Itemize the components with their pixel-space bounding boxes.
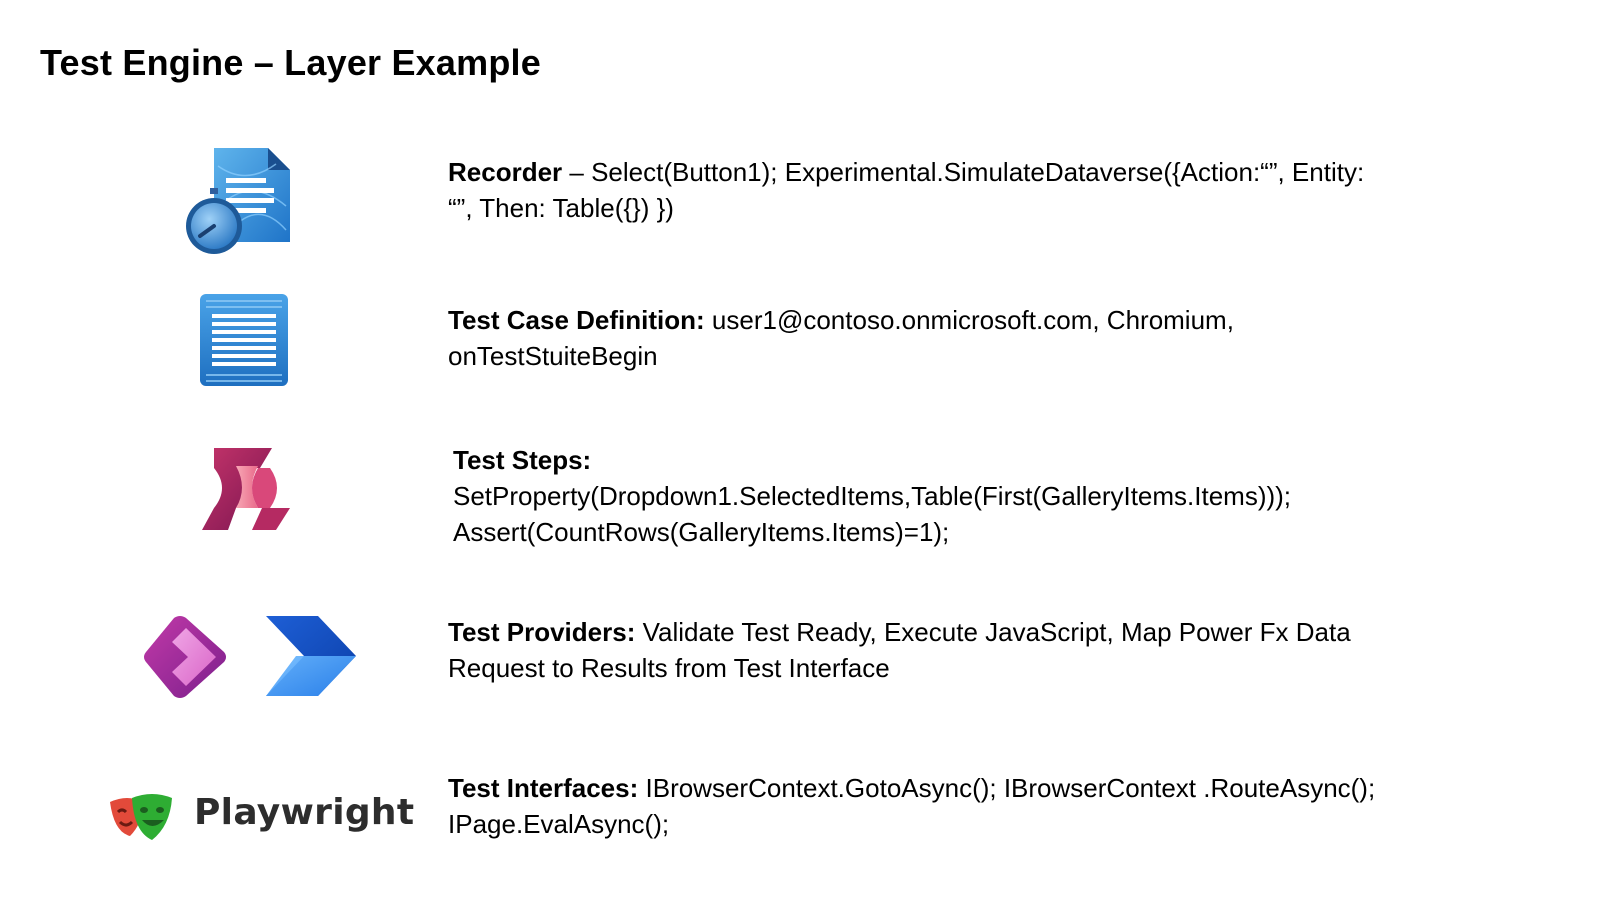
layer-test-providers: Test Providers: Validate Test Ready, Exe… bbox=[0, 612, 1600, 712]
layer-line: SetProperty(Dropdown1.SelectedItems,Tabl… bbox=[453, 481, 1292, 511]
playwright-brand-label: Playwright bbox=[194, 792, 415, 833]
power-apps-icon bbox=[142, 614, 228, 705]
document-icon bbox=[198, 292, 290, 393]
layer-label: Test Interfaces: bbox=[448, 773, 639, 803]
layer-label: Test Providers: bbox=[448, 617, 636, 647]
layer-line: Validate Test Ready, Execute JavaScript,… bbox=[642, 617, 1351, 647]
layer-line: IPage.EvalAsync(); bbox=[448, 809, 670, 839]
layer-test-interfaces-text: Test Interfaces: IBrowserContext.GotoAsy… bbox=[448, 770, 1508, 842]
layer-test-interfaces: Playwright Test Interfaces: IBrowserCont… bbox=[0, 770, 1600, 860]
recorder-icon bbox=[186, 146, 292, 263]
label-separator bbox=[635, 617, 642, 647]
layer-label: Test Steps: bbox=[453, 445, 592, 475]
layer-test-case-definition-text: Test Case Definition: user1@contoso.onmi… bbox=[448, 302, 1508, 374]
layer-test-providers-text: Test Providers: Validate Test Ready, Exe… bbox=[448, 614, 1508, 686]
label-separator: – bbox=[562, 157, 592, 187]
layer-test-steps: Test Steps: SetProperty(Dropdown1.Select… bbox=[0, 440, 1600, 560]
layer-line: onTestStuiteBegin bbox=[448, 341, 658, 371]
power-automate-icon bbox=[262, 616, 358, 701]
layer-recorder: Recorder – Select(Button1); Experimental… bbox=[0, 140, 1600, 260]
layer-line: user1@contoso.onmicrosoft.com, Chromium, bbox=[711, 305, 1234, 335]
layer-test-case-definition: Test Case Definition: user1@contoso.onmi… bbox=[0, 290, 1600, 390]
layer-line: Assert(CountRows(GalleryItems.Items)=1); bbox=[453, 517, 950, 547]
layer-label: Test Case Definition: bbox=[448, 305, 705, 335]
label-separator bbox=[705, 305, 712, 335]
power-fx-icon bbox=[200, 446, 292, 537]
page-title: Test Engine – Layer Example bbox=[40, 42, 541, 83]
layer-line: IBrowserContext.GotoAsync(); IBrowserCon… bbox=[645, 773, 1376, 803]
layer-line: Select(Button1); Experimental.SimulateDa… bbox=[591, 157, 1365, 187]
layer-line: “”, Then: Table({}) }) bbox=[448, 193, 674, 223]
layer-test-steps-text: Test Steps: SetProperty(Dropdown1.Select… bbox=[453, 442, 1513, 550]
layer-recorder-text: Recorder – Select(Button1); Experimental… bbox=[448, 154, 1508, 226]
layer-label: Recorder bbox=[448, 157, 563, 187]
layer-line: Request to Results from Test Interface bbox=[448, 653, 890, 683]
label-separator bbox=[638, 773, 645, 803]
playwright-icon bbox=[108, 792, 174, 847]
